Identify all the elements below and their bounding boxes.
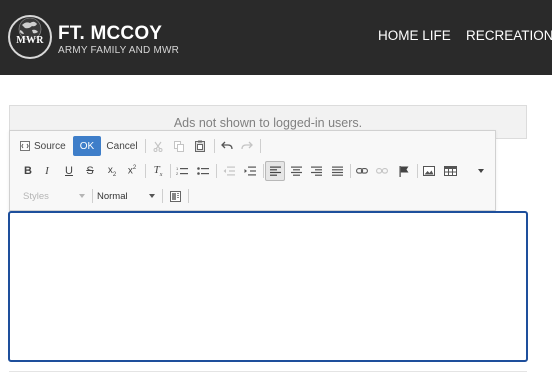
toolbar-separator [260, 139, 261, 153]
superscript-icon: x2 [127, 165, 137, 177]
table-button[interactable] [441, 161, 459, 181]
toolbar-separator [145, 139, 146, 153]
align-right-button[interactable] [308, 161, 324, 181]
toolbar-separator [263, 164, 264, 178]
link-icon [356, 168, 368, 174]
site-title[interactable]: FT. MCCOY [58, 23, 162, 45]
more-dropdown-icon [478, 169, 484, 173]
outdent-icon [223, 166, 235, 176]
redo-button[interactable] [239, 136, 255, 156]
image-button[interactable] [421, 161, 437, 181]
source-button[interactable]: Source [20, 136, 68, 156]
bold-icon: B [24, 165, 32, 177]
site-header: MWR FT. MCCOY ARMY FAMILY AND MWR HOME L… [0, 0, 552, 75]
divider [9, 371, 527, 372]
underline-button[interactable]: U [62, 161, 76, 181]
logo-text: MWR [16, 35, 44, 46]
source-label: Source [34, 140, 66, 152]
more-options-button[interactable] [475, 161, 487, 181]
toolbar-row-1: Source OK Cancel [10, 134, 495, 158]
remove-format-icon: Tx [153, 163, 163, 179]
numbered-list-icon: 1 2 [176, 166, 188, 176]
toolbar-separator [216, 164, 217, 178]
align-right-icon [310, 166, 322, 176]
template-icon [169, 190, 181, 202]
italic-icon: I [45, 165, 49, 177]
align-center-button[interactable] [288, 161, 304, 181]
chevron-down-icon [149, 194, 155, 198]
toolbar-separator [162, 189, 163, 203]
chevron-down-icon [79, 194, 85, 198]
editor-content-area[interactable] [8, 211, 528, 362]
toolbar-row-3: Styles Normal [10, 184, 495, 208]
remove-format-button[interactable]: Tx [150, 161, 166, 181]
copy-button[interactable] [171, 136, 187, 156]
indent-button[interactable] [242, 161, 258, 181]
ads-notice-text: Ads not shown to logged-in users. [173, 116, 363, 130]
bulleted-list-icon [197, 167, 209, 175]
cut-button[interactable] [150, 136, 166, 156]
align-left-button[interactable] [265, 161, 285, 181]
source-icon [20, 141, 30, 151]
outdent-button[interactable] [221, 161, 237, 181]
align-center-icon [290, 166, 302, 176]
templates-button[interactable] [167, 186, 183, 206]
toolbar-separator [188, 189, 189, 203]
align-left-icon [269, 166, 281, 176]
bulleted-list-button[interactable] [195, 161, 211, 181]
underline-icon: U [65, 165, 73, 177]
bold-button[interactable]: B [21, 161, 35, 181]
subscript-icon: x2 [107, 164, 117, 178]
mwr-logo[interactable]: MWR [8, 15, 52, 59]
toolbar-separator [417, 164, 418, 178]
toolbar-separator [170, 164, 171, 178]
svg-text:2: 2 [176, 171, 179, 176]
table-icon [443, 166, 457, 176]
cancel-button[interactable]: Cancel [106, 136, 138, 156]
unlink-button[interactable] [374, 161, 390, 181]
site-subtitle: ARMY FAMILY AND MWR [58, 45, 180, 56]
copy-icon [174, 140, 184, 152]
format-dropdown-value: Normal [97, 190, 128, 202]
ok-button[interactable]: OK [73, 136, 101, 156]
redo-icon [241, 141, 253, 150]
editor-toolbar: Source OK Cancel B I U S x2 x2 Tx 1 2 St… [9, 130, 496, 211]
styles-dropdown-value: Styles [23, 190, 49, 202]
justify-icon [331, 166, 343, 176]
indent-icon [244, 166, 256, 176]
superscript-button[interactable]: x2 [124, 161, 140, 181]
paste-icon [195, 140, 205, 152]
cut-icon [153, 141, 163, 152]
link-button[interactable] [354, 161, 370, 181]
numbered-list-button[interactable]: 1 2 [174, 161, 190, 181]
toolbar-separator [92, 189, 93, 203]
toolbar-separator [214, 139, 215, 153]
toolbar-row-2: B I U S x2 x2 Tx 1 2 [10, 159, 495, 183]
toolbar-separator [145, 164, 146, 178]
image-icon [423, 166, 435, 176]
justify-button[interactable] [329, 161, 345, 181]
undo-icon [221, 141, 233, 150]
anchor-flag-icon [399, 165, 409, 177]
styles-dropdown[interactable]: Styles [23, 186, 87, 206]
strikethrough-icon: S [86, 165, 94, 177]
format-dropdown[interactable]: Normal [97, 186, 157, 206]
unlink-icon [376, 168, 388, 174]
nav-recreation[interactable]: RECREATION [466, 28, 552, 43]
toolbar-separator [350, 164, 351, 178]
nav-home-life[interactable]: HOME LIFE [378, 28, 451, 43]
strikethrough-button[interactable]: S [83, 161, 97, 181]
paste-button[interactable] [192, 136, 208, 156]
subscript-button[interactable]: x2 [104, 161, 120, 181]
italic-button[interactable]: I [40, 161, 54, 181]
anchor-button[interactable] [396, 161, 412, 181]
undo-button[interactable] [219, 136, 235, 156]
